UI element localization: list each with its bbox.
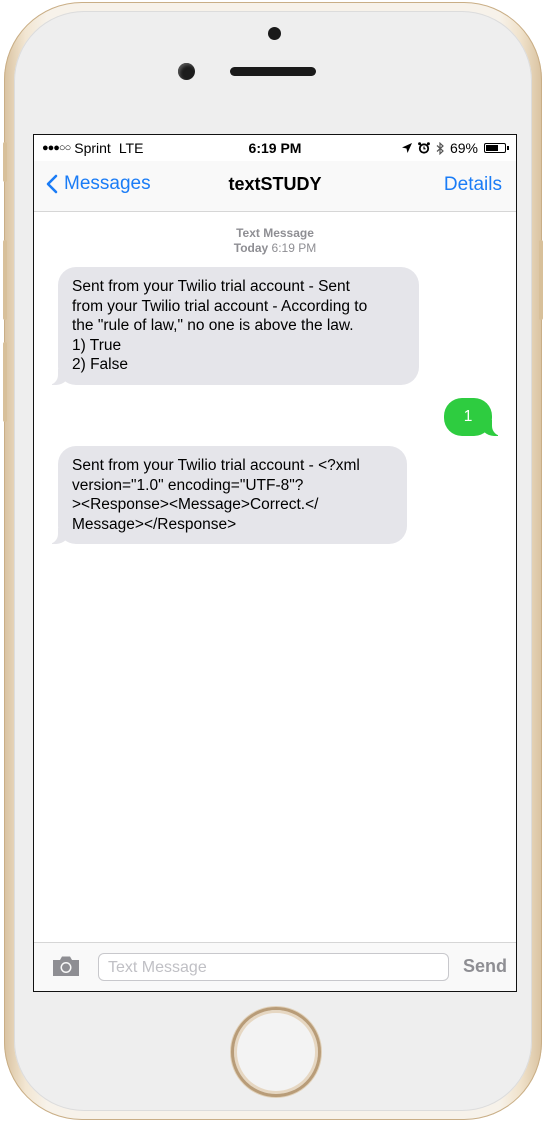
- send-button[interactable]: Send: [463, 956, 507, 977]
- timestamp-time: 6:19 PM: [271, 241, 317, 255]
- message-thread: Text Message Today 6:19 PM Sent from you…: [34, 212, 516, 942]
- battery-icon: [484, 143, 509, 153]
- message-type-label: Text Message: [236, 226, 314, 240]
- alarm-clock-icon: [418, 142, 430, 154]
- outgoing-message-bubble[interactable]: 1: [444, 398, 504, 436]
- thread-timestamp: Today 6:19 PM: [34, 241, 516, 256]
- location-arrow-icon: [401, 143, 412, 153]
- message-composer: Text Message Send: [34, 942, 516, 991]
- status-right: 69%: [401, 140, 509, 156]
- volume-down-button: [3, 342, 7, 422]
- status-bar: ●●●○○ Sprint LTE 6:19 PM 69%: [34, 135, 516, 161]
- thread-header: Text Message Today 6:19 PM: [34, 226, 516, 256]
- bluetooth-icon: [436, 141, 444, 155]
- battery-percent: 69%: [449, 140, 478, 156]
- camera-button[interactable]: [51, 955, 81, 982]
- front-camera: [178, 63, 195, 80]
- volume-up-button: [3, 240, 7, 320]
- power-button: [539, 240, 543, 320]
- incoming-message-bubble[interactable]: Sent from your Twilio trial account - <?…: [46, 446, 407, 544]
- battery-level: [486, 145, 499, 151]
- navigation-bar: Messages textSTUDY Details: [34, 161, 516, 212]
- battery-cap: [507, 146, 509, 150]
- mute-switch: [3, 142, 7, 182]
- home-button[interactable]: [231, 1007, 321, 1097]
- camera-icon: [53, 956, 79, 976]
- earpiece-speaker: [230, 67, 316, 76]
- message-input[interactable]: Text Message: [98, 953, 449, 981]
- phone-screen: ●●●○○ Sprint LTE 6:19 PM 69% Messages te…: [33, 134, 517, 992]
- message-text: 1: [463, 408, 473, 425]
- details-button[interactable]: Details: [444, 174, 502, 196]
- incoming-message-bubble[interactable]: Sent from your Twilio trial account - Se…: [46, 267, 419, 385]
- message-text: Sent from your Twilio trial account - Se…: [72, 278, 368, 373]
- timestamp-day: Today: [233, 241, 269, 255]
- message-text: Sent from your Twilio trial account - <?…: [72, 457, 360, 533]
- proximity-sensor: [268, 27, 281, 40]
